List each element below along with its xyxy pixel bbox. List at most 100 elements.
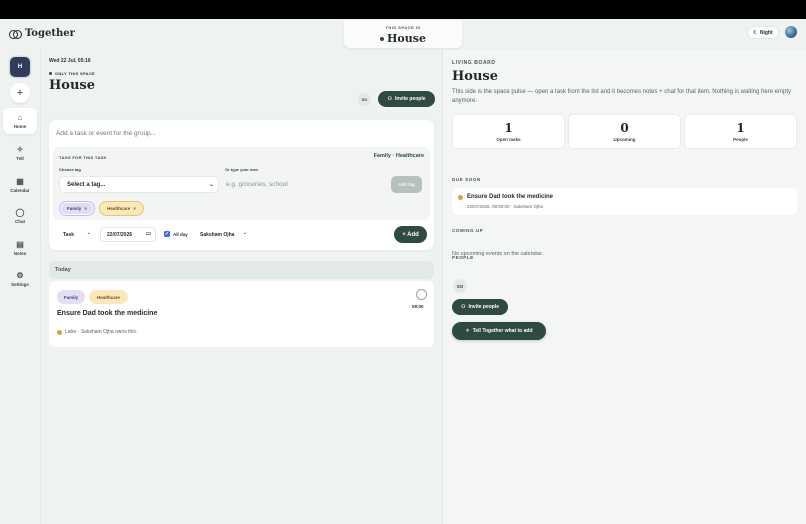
status-dot-icon (57, 329, 62, 335)
add-space-button[interactable]: + (10, 83, 30, 103)
item-type-select[interactable]: Task ⌄ (55, 227, 94, 242)
tell-together-button[interactable]: ✧ Tell Together what to add (452, 322, 546, 340)
tag-select-value: Select a tag... (67, 181, 106, 188)
due-soon-header: DUE SOON (452, 177, 481, 182)
tag-select[interactable]: Select a tag... ⌄ (59, 176, 219, 193)
night-mode-toggle[interactable]: ☾ Night (747, 26, 779, 39)
owner-select[interactable]: Saksham Ojha ⌄ (192, 227, 250, 242)
add-tag-button[interactable]: Add tag (391, 176, 422, 193)
board-kicker: LIVING BOARD (452, 60, 496, 66)
chevron-down-icon: ⌄ (208, 182, 214, 188)
space-title: House (344, 32, 462, 45)
tag-chip-healthcare[interactable]: Healthcare × (99, 201, 144, 216)
own-tag-label: Or type your own (225, 167, 258, 172)
stat-value: 1 (736, 121, 745, 135)
chat-icon: ◯ (15, 208, 25, 217)
gear-icon: ⚙ (16, 271, 24, 280)
remove-tag-icon[interactable]: × (133, 206, 136, 211)
stat-upcoming: 0 Upcoming (568, 114, 681, 149)
add-task-button[interactable]: + Add (394, 226, 427, 243)
people-header: PEOPLE (452, 255, 474, 260)
member-avatar[interactable]: SO (358, 93, 371, 106)
nav-chat-label: Chat (15, 219, 25, 224)
due-item-meta: 22/07/2026, 09:00:00 · Saksham Ojha (467, 204, 544, 209)
task-complete-toggle[interactable] (416, 289, 427, 300)
task-meta-text: Later · Saksham Ojha owns this. (65, 329, 138, 335)
all-day-checkbox[interactable]: ✓ All day (164, 231, 188, 237)
owner-value: Saksham Ojha (200, 231, 235, 238)
together-logo-icon (9, 29, 22, 39)
task-tag-healthcare: Healthcare (89, 290, 128, 304)
sparkle-icon: ✧ (16, 145, 24, 154)
space-indicator: THIS SPACE IS House (344, 20, 462, 48)
space-avatar[interactable]: H (10, 57, 30, 77)
living-board: LIVING BOARD House This side is the spac… (442, 50, 806, 524)
invite-people-button[interactable]: ⚇ Invite people (378, 91, 435, 107)
compose-card: TAGS FOR THIS TASK Family · Healthcare C… (49, 120, 434, 250)
invite-people-button[interactable]: ⚇ Invite people (452, 299, 508, 315)
coming-up-header: COMING UP (452, 228, 484, 233)
nav-settings[interactable]: ⚙ Settings (3, 266, 37, 292)
nav-notes[interactable]: ▤ Notes (3, 235, 37, 261)
today-header: Today (49, 261, 434, 279)
tags-box: TAGS FOR THIS TASK Family · Healthcare C… (53, 147, 430, 220)
compose-controls: Task ⌄ 22/07/2026 ▭ ✓ All day Saksham Oj… (49, 226, 434, 244)
app-window: Together THIS SPACE IS House ☾ Night H +… (0, 19, 806, 524)
stat-label: Upcoming (613, 137, 636, 142)
stat-label: People (733, 137, 748, 142)
calendar-icon: ▭ (145, 231, 151, 237)
date-input[interactable]: 22/07/2026 ▭ (100, 227, 156, 242)
nav-home[interactable]: ⌂ Home (3, 108, 37, 134)
tags-header: TAGS FOR THIS TASK (59, 155, 107, 160)
nav-notes-label: Notes (13, 251, 27, 256)
tag-chip-family[interactable]: Family × (59, 201, 95, 216)
task-card[interactable]: Family Healthcare Ensure Dad took the me… (49, 281, 434, 347)
people-icon: ⚇ (460, 304, 466, 310)
invite-label: Invite people (468, 304, 500, 310)
nav-chat[interactable]: ◯ Chat (3, 203, 37, 229)
nav-tell[interactable]: ✧ Tell (3, 140, 37, 166)
stat-open-tasks: 1 Open tasks (452, 114, 565, 149)
task-title: Ensure Dad took the medicine (57, 310, 158, 317)
only-space-text: ONLY THIS SPACE (55, 71, 95, 76)
choose-tag-label: Choose tag (59, 167, 81, 172)
person-avatar[interactable]: SO (453, 279, 467, 293)
nav-tell-label: Tell (16, 156, 24, 161)
nav-settings-label: Settings (11, 282, 29, 287)
nav-calendar[interactable]: ▦ Calendar (3, 172, 37, 198)
moon-icon: ☾ (753, 29, 758, 36)
check-icon: ✓ (164, 231, 170, 237)
globe-avatar-icon[interactable] (785, 26, 797, 38)
space-dot-icon (380, 37, 385, 41)
space-kicker: THIS SPACE IS (385, 25, 421, 30)
notes-icon: ▤ (16, 240, 24, 249)
due-soon-item[interactable]: Ensure Dad took the medicine 22/07/2026,… (452, 188, 797, 215)
tag-chip-label: Healthcare (107, 206, 131, 211)
task-input[interactable] (56, 127, 356, 139)
brand-name: Together (25, 28, 75, 39)
brand[interactable]: Together (9, 28, 75, 39)
due-item-title: Ensure Dad took the medicine (467, 194, 554, 200)
sparkle-icon: ✧ (465, 328, 470, 334)
stat-label: Open tasks (496, 137, 521, 142)
nav-calendar-label: Calendar (10, 188, 30, 193)
selected-tags-summary: Family · Healthcare (373, 153, 424, 159)
stat-value: 0 (620, 121, 629, 135)
date-value: 22/07/2026 (107, 231, 133, 238)
main-panel: Wed 22 Jul, 05:16 ONLY THIS SPACE House … (41, 50, 442, 524)
calendar-icon: ▦ (16, 177, 24, 186)
board-description: This side is the space pulse — open a ta… (452, 89, 792, 104)
own-tag-input[interactable]: e.g. groceries, school (225, 176, 385, 193)
current-date: Wed 22 Jul, 05:16 (49, 58, 91, 64)
remove-tag-icon[interactable]: × (84, 206, 87, 211)
item-type-value: Task (63, 231, 75, 238)
stat-value: 1 (504, 121, 513, 135)
task-tag-family: Family (57, 290, 85, 304)
only-space-label: ONLY THIS SPACE (49, 71, 95, 76)
top-black-bar (0, 0, 806, 19)
tag-chip-label: Family (67, 206, 82, 211)
stat-people: 1 People (684, 114, 797, 149)
board-title: House (452, 69, 498, 84)
home-icon: ⌂ (17, 113, 23, 122)
all-day-label: All day (173, 231, 188, 237)
